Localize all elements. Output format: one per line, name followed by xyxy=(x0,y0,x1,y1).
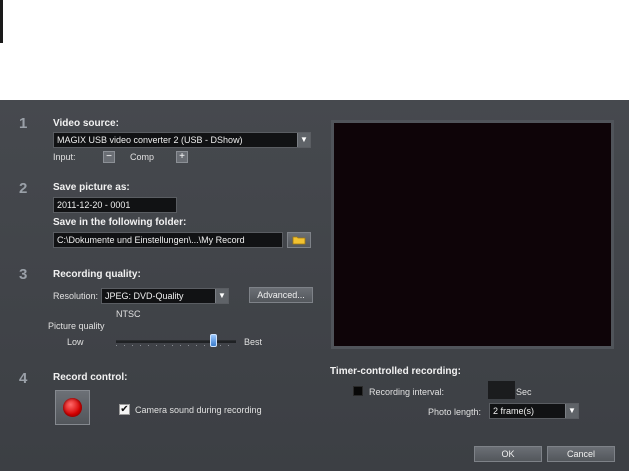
quality-best-label: Best xyxy=(244,337,263,347)
slider-ticks xyxy=(116,345,236,346)
photo-length-label: Photo length: xyxy=(428,407,482,417)
record-control-heading: Record control: xyxy=(53,372,128,383)
video-source-value: MAGIX USB video converter 2 (USB - DShow… xyxy=(57,135,243,145)
browse-folder-button[interactable] xyxy=(287,232,311,248)
record-icon xyxy=(63,398,82,417)
recording-interval-input[interactable] xyxy=(488,381,515,399)
input-value: Comp xyxy=(130,152,155,162)
folder-icon xyxy=(292,236,306,245)
input-previous-button[interactable]: − xyxy=(103,151,115,163)
camera-sound-checkbox[interactable]: ✔ xyxy=(119,404,130,415)
slider-track xyxy=(116,340,236,343)
slider-thumb[interactable] xyxy=(210,334,217,347)
filename-input[interactable]: 2011-12-20 - 0001 xyxy=(53,197,177,213)
ok-button[interactable]: OK xyxy=(474,446,542,462)
cancel-button[interactable]: Cancel xyxy=(547,446,615,462)
timer-recording-heading: Timer-controlled recording: xyxy=(330,366,461,377)
step-number-3: 3 xyxy=(19,266,28,283)
folder-path-input[interactable]: C:\Dokumente und Einstellungen\...\My Re… xyxy=(53,232,283,248)
recording-interval-label: Recording interval: xyxy=(369,387,445,397)
picture-quality-label: Picture quality xyxy=(48,321,105,331)
photo-length-dropdown[interactable]: 2 frame(s) ▼ xyxy=(489,403,579,419)
window-edge xyxy=(0,0,3,43)
step-number-4: 4 xyxy=(19,370,28,387)
chevron-down-icon[interactable]: ▼ xyxy=(297,133,310,147)
step-number-2: 2 xyxy=(19,180,28,197)
resolution-dropdown[interactable]: JPEG: DVD-Quality ▼ xyxy=(101,288,229,304)
video-standard-label: NTSC xyxy=(116,309,141,319)
camera-sound-label: Camera sound during recording xyxy=(135,405,262,415)
quality-low-label: Low xyxy=(67,337,84,347)
chevron-down-icon[interactable]: ▼ xyxy=(215,289,228,303)
interval-unit-label: Sec xyxy=(516,387,532,397)
advanced-button[interactable]: Advanced... xyxy=(249,287,313,303)
record-button[interactable] xyxy=(55,390,90,425)
video-preview xyxy=(331,120,614,349)
photo-length-value: 2 frame(s) xyxy=(493,406,535,416)
step-number-1: 1 xyxy=(19,115,28,132)
recording-interval-checkbox[interactable] xyxy=(353,386,363,396)
resolution-value: JPEG: DVD-Quality xyxy=(105,291,184,301)
chevron-down-icon[interactable]: ▼ xyxy=(565,404,578,418)
input-label: Input: xyxy=(53,152,76,162)
recording-quality-heading: Recording quality: xyxy=(53,269,141,280)
resolution-label: Resolution: xyxy=(53,291,99,301)
input-next-button[interactable]: + xyxy=(176,151,188,163)
video-source-dropdown[interactable]: MAGIX USB video converter 2 (USB - DShow… xyxy=(53,132,311,148)
video-source-heading: Video source: xyxy=(53,118,119,129)
save-folder-heading: Save in the following folder: xyxy=(53,217,187,228)
picture-quality-slider[interactable] xyxy=(116,333,236,349)
recording-dialog: 1 Video source: MAGIX USB video converte… xyxy=(0,100,629,471)
save-picture-heading: Save picture as: xyxy=(53,182,130,193)
